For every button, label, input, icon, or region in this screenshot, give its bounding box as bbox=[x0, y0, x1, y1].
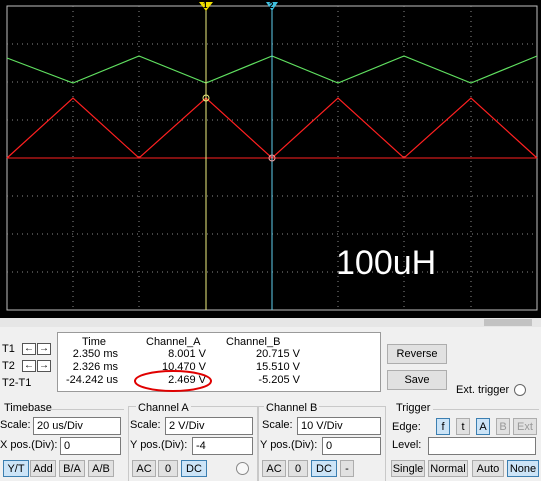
trigger-level-field[interactable] bbox=[428, 437, 536, 455]
channel-b-scale-label: Scale: bbox=[262, 419, 293, 431]
readout-header-time: Time bbox=[82, 336, 107, 348]
highlight-circle bbox=[134, 370, 212, 392]
channel-b-scale-field[interactable]: 10 V/Div bbox=[297, 417, 381, 435]
readout-cell: 2.326 ms bbox=[72, 361, 118, 373]
mode-ba-button[interactable]: B/A bbox=[59, 460, 85, 477]
channel-a-ac-button[interactable]: AC bbox=[132, 460, 156, 477]
channel-b-ypos-field[interactable]: 0 bbox=[322, 437, 381, 455]
mode-ab-button[interactable]: A/B bbox=[88, 460, 114, 477]
trigger-single-button[interactable]: Single bbox=[391, 460, 425, 477]
horizontal-scrollbar[interactable] bbox=[0, 318, 541, 327]
cursor-t2-t1-label: T2-T1 bbox=[2, 377, 32, 389]
measurement-readout: Time Channel_A Channel_B 2.350 ms 8.001 … bbox=[57, 332, 381, 392]
trigger-source-ext-button[interactable]: Ext bbox=[513, 418, 537, 435]
oscilloscope-display: 1 2 100uH bbox=[0, 0, 541, 318]
cursor-1-label: 2 bbox=[269, 1, 274, 10]
mode-add-button[interactable]: Add bbox=[30, 460, 56, 477]
timebase-scale-field[interactable]: 20 us/Div bbox=[33, 417, 121, 435]
control-panel: T1 ← → T2 ← → T2-T1 Time Channel_A Chann… bbox=[0, 318, 541, 481]
trigger-title: Trigger bbox=[396, 402, 431, 414]
trigger-none-button[interactable]: None bbox=[507, 460, 539, 477]
readout-cell: 15.510 V bbox=[255, 361, 300, 373]
edge-rising-button[interactable]: f bbox=[436, 418, 450, 435]
cursor-t1-label: T1 bbox=[2, 343, 15, 355]
timebase-scale-label: Scale: bbox=[0, 419, 31, 431]
readout-cell: 8.001 V bbox=[168, 348, 206, 360]
scrollbar-thumb[interactable] bbox=[484, 319, 532, 326]
trigger-source-b-button[interactable]: B bbox=[496, 418, 510, 435]
channel-a-zero-button[interactable]: 0 bbox=[158, 460, 178, 477]
t2-right-arrow-icon[interactable]: → bbox=[37, 360, 51, 372]
readout-header-channel-a: Channel_A bbox=[146, 336, 201, 348]
ext-trigger-radio[interactable] bbox=[514, 384, 526, 396]
scope-grid bbox=[6, 2, 538, 311]
channel-a-scale-label: Scale: bbox=[130, 419, 161, 431]
readout-cell: 20.715 V bbox=[255, 348, 300, 360]
cursor-2-label: 1 bbox=[203, 1, 208, 10]
channel-b-invert-button[interactable]: - bbox=[340, 460, 354, 477]
channel-b-ypos-label: Y pos.(Div): bbox=[260, 439, 318, 451]
channel-a-dc-button[interactable]: DC bbox=[181, 460, 207, 477]
trigger-edge-label: Edge: bbox=[392, 421, 421, 433]
readout-cell: -24.242 us bbox=[66, 374, 118, 386]
mode-yt-button[interactable]: Y/T bbox=[3, 460, 29, 477]
reverse-button[interactable]: Reverse bbox=[387, 344, 447, 364]
trigger-source-a-button[interactable]: A bbox=[476, 418, 490, 435]
channel-a-scale-field[interactable]: 2 V/Div bbox=[165, 417, 253, 435]
channel-a-ypos-field[interactable]: -4 bbox=[192, 437, 253, 455]
readout-cell: -5.205 V bbox=[258, 374, 300, 386]
edge-falling-button[interactable]: t bbox=[456, 418, 470, 435]
t1-right-arrow-icon[interactable]: → bbox=[37, 343, 51, 355]
trigger-auto-button[interactable]: Auto bbox=[472, 460, 504, 477]
channel-a-ypos-label: Y pos.(Div): bbox=[130, 439, 188, 451]
readout-header-channel-b: Channel_B bbox=[226, 336, 281, 348]
timebase-title: Timebase bbox=[4, 402, 52, 414]
channel-b-zero-button[interactable]: 0 bbox=[288, 460, 308, 477]
inductance-annotation: 100uH bbox=[336, 244, 437, 282]
channel-a-title: Channel A bbox=[136, 402, 191, 414]
timebase-xpos-field[interactable]: 0 bbox=[60, 437, 121, 455]
trigger-level-label: Level: bbox=[392, 439, 422, 451]
channel-a-radio[interactable] bbox=[236, 462, 249, 475]
t1-left-arrow-icon[interactable]: ← bbox=[22, 343, 36, 355]
readout-cell: 2.350 ms bbox=[72, 348, 118, 360]
save-button[interactable]: Save bbox=[387, 370, 447, 390]
ext-trigger-label: Ext. trigger bbox=[456, 384, 510, 396]
trigger-normal-button[interactable]: Normal bbox=[428, 460, 468, 477]
timebase-xpos-label: X pos.(Div): bbox=[0, 439, 58, 451]
channel-b-title: Channel B bbox=[264, 402, 320, 414]
channel-b-dc-button[interactable]: DC bbox=[311, 460, 337, 477]
channel-b-ac-button[interactable]: AC bbox=[262, 460, 286, 477]
cursor-t2-label: T2 bbox=[2, 360, 15, 372]
t2-left-arrow-icon[interactable]: ← bbox=[22, 360, 36, 372]
